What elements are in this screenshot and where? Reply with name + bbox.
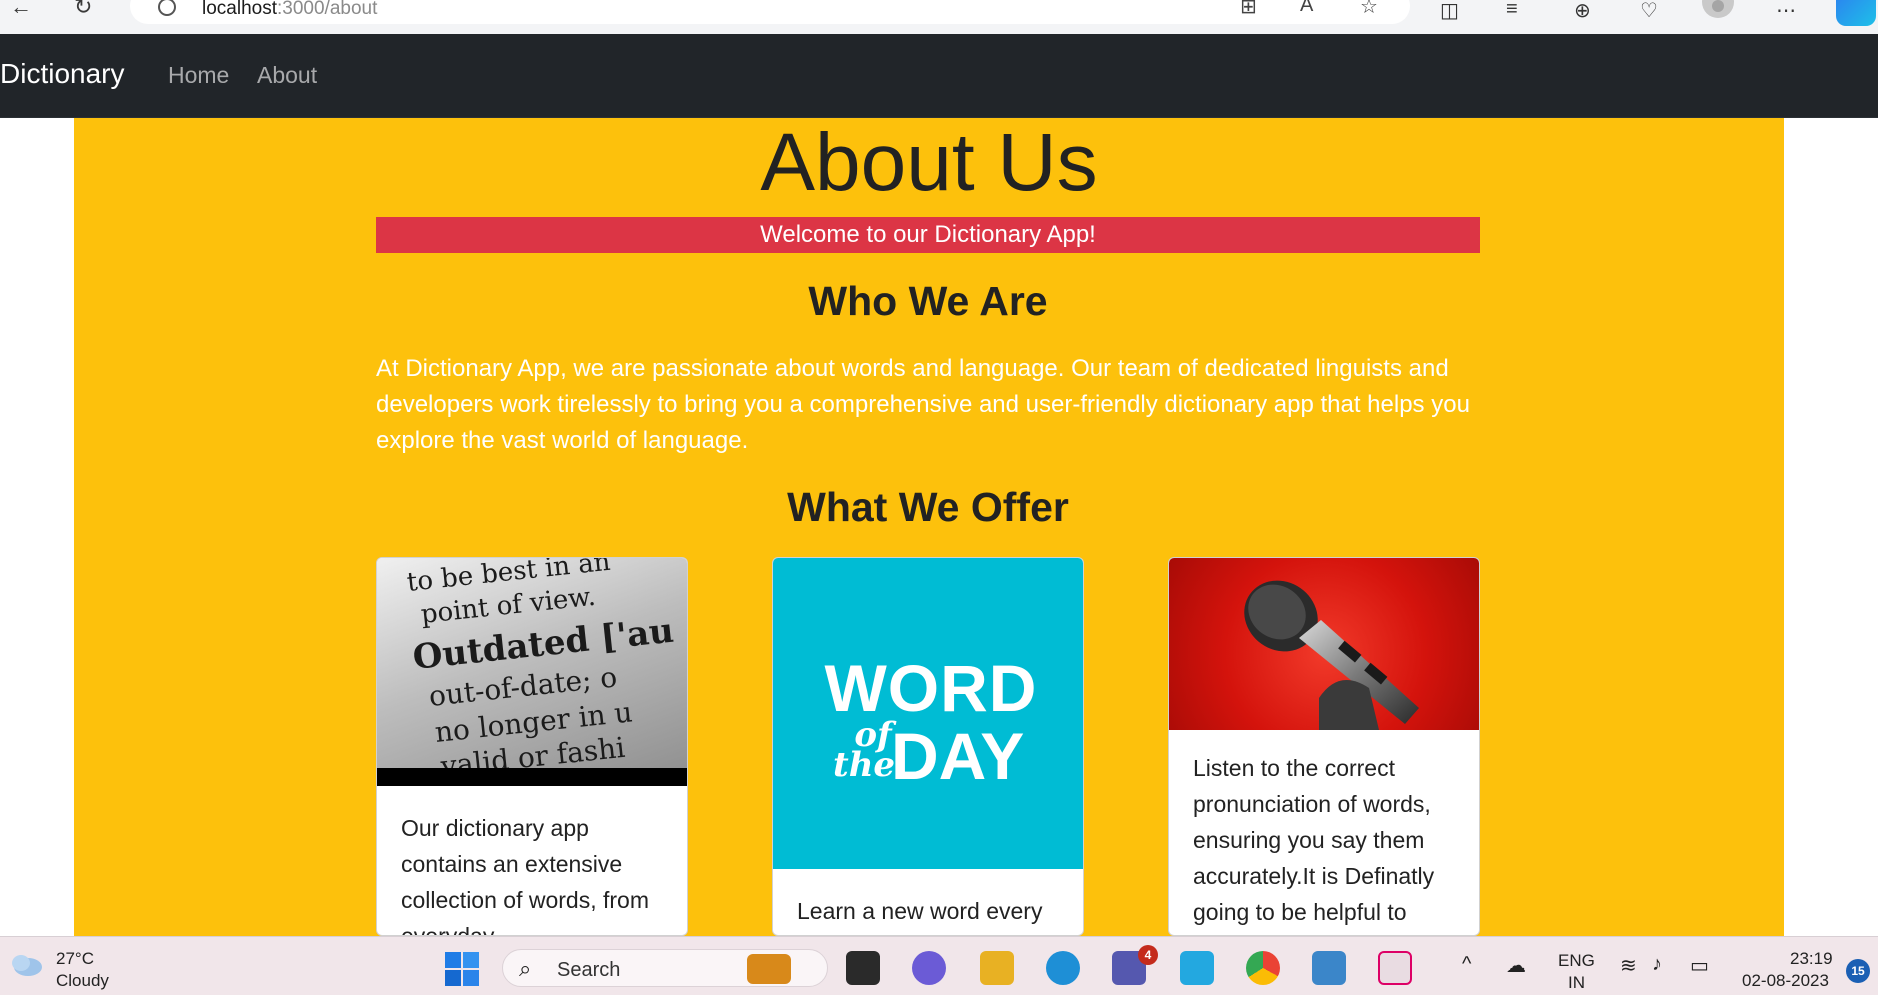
nav-link-home[interactable]: Home (168, 62, 229, 89)
volume-icon[interactable]: ♪ (1652, 953, 1662, 976)
windows-taskbar: 27°C Cloudy ⌕ Search 4 ^ ☁ ENG IN ≋ ♪ ▭ … (0, 936, 1878, 995)
wifi-icon[interactable]: ≋ (1620, 953, 1637, 978)
word-of-the-day-image: WORD of the DAY (773, 558, 1083, 869)
photos-icon[interactable] (1312, 951, 1346, 985)
weather-desc[interactable]: Cloudy (56, 971, 109, 991)
clock-time[interactable]: 23:19 (1790, 949, 1833, 969)
refresh-icon[interactable]: ↻ (74, 0, 92, 18)
page-margin-left (0, 118, 74, 936)
cloudy-weather-icon[interactable] (8, 951, 44, 977)
split-screen-icon[interactable]: ◫ (1440, 0, 1459, 23)
card-text-words: Our dictionary app contains an extensive… (401, 815, 649, 936)
file-explorer-icon[interactable] (980, 951, 1014, 985)
wotd-the: the (833, 745, 896, 785)
taskbar-search[interactable]: ⌕ Search (502, 949, 828, 987)
copilot-icon[interactable] (1836, 0, 1876, 26)
back-arrow-icon[interactable]: ← (10, 0, 32, 18)
chrome-icon[interactable] (1246, 951, 1280, 985)
briefcase-icon (747, 954, 791, 984)
browser-essentials-icon[interactable]: ♡ (1640, 0, 1658, 23)
snipping-tool-icon[interactable] (1378, 951, 1412, 985)
clock-date[interactable]: 02-08-2023 (1742, 971, 1829, 991)
windows-start-icon[interactable] (444, 951, 480, 987)
vscode-icon[interactable] (1180, 951, 1214, 985)
nav-link-about[interactable]: About (257, 62, 317, 89)
search-icon: ⌕ (519, 956, 532, 981)
task-view-icon[interactable] (846, 951, 880, 985)
more-options-icon[interactable]: ⋯ (1776, 0, 1796, 23)
collections-icon[interactable]: ⊕ (1574, 0, 1591, 23)
language-primary[interactable]: ENG (1558, 951, 1595, 971)
microphone-image (1169, 558, 1479, 730)
url-text[interactable]: localhost:3000/about (202, 0, 377, 20)
image-caption-strip (377, 768, 687, 786)
profile-avatar[interactable] (1702, 0, 1734, 18)
offer-card-words: to be best in an point of view. Outdated… (376, 557, 688, 936)
offer-card-word-of-day: WORD of the DAY Learn a new word every (772, 557, 1084, 936)
card-text-word-of-day: Learn a new word every (797, 898, 1043, 924)
dictionary-page-image: to be best in an point of view. Outdated… (377, 558, 687, 786)
who-we-are-text: At Dictionary App, we are passionate abo… (376, 355, 1470, 454)
wotd-day-text: DAY (891, 719, 1025, 793)
page-title: About Us (760, 117, 1098, 208)
navbar: Dictionary Home About (0, 34, 1878, 118)
card-text-pronunciation: Listen to the correct pronunciation of w… (1193, 755, 1435, 925)
language-secondary[interactable]: IN (1568, 973, 1585, 993)
wotd-word-text: WORD (824, 651, 1038, 725)
weather-temp[interactable]: 27°C (56, 949, 94, 969)
browser-toolbar: ← ↻ localhost:3000/about ⊞ A ☆ ◫ ≡ ⊕ ♡ ⋯ (0, 0, 1878, 34)
page-margin-right (1784, 118, 1878, 936)
url-host: localhost (202, 0, 277, 19)
microphone-graphic (1244, 580, 1419, 730)
read-aloud-icon[interactable]: A (1300, 0, 1313, 17)
meet-chat-icon[interactable] (912, 951, 946, 985)
app-available-icon[interactable]: ⊞ (1240, 0, 1257, 19)
who-we-are-heading: Who We Are (808, 278, 1048, 324)
wotd-of-text: of the (833, 718, 896, 785)
show-hidden-icons-chevron-icon[interactable]: ^ (1462, 953, 1471, 976)
notification-count-badge[interactable]: 15 (1846, 959, 1870, 983)
teams-badge: 4 (1138, 945, 1158, 965)
url-path: :3000/about (277, 0, 378, 19)
favorite-star-icon[interactable]: ☆ (1360, 0, 1378, 19)
battery-icon[interactable]: ▭ (1690, 953, 1709, 978)
welcome-banner: Welcome to our Dictionary App! (376, 217, 1480, 253)
edge-browser-icon[interactable] (1046, 951, 1080, 985)
search-placeholder: Search (557, 959, 621, 981)
site-info-icon[interactable] (158, 0, 176, 16)
offer-card-pronunciation: Listen to the correct pronunciation of w… (1168, 557, 1480, 936)
navbar-brand[interactable]: Dictionary (0, 58, 124, 90)
what-we-offer-heading: What We Offer (787, 484, 1069, 530)
onedrive-offline-icon[interactable]: ☁ (1506, 953, 1526, 978)
address-bar[interactable]: localhost:3000/about ⊞ A ☆ (130, 0, 1410, 24)
favorites-icon[interactable]: ≡ (1506, 0, 1518, 21)
